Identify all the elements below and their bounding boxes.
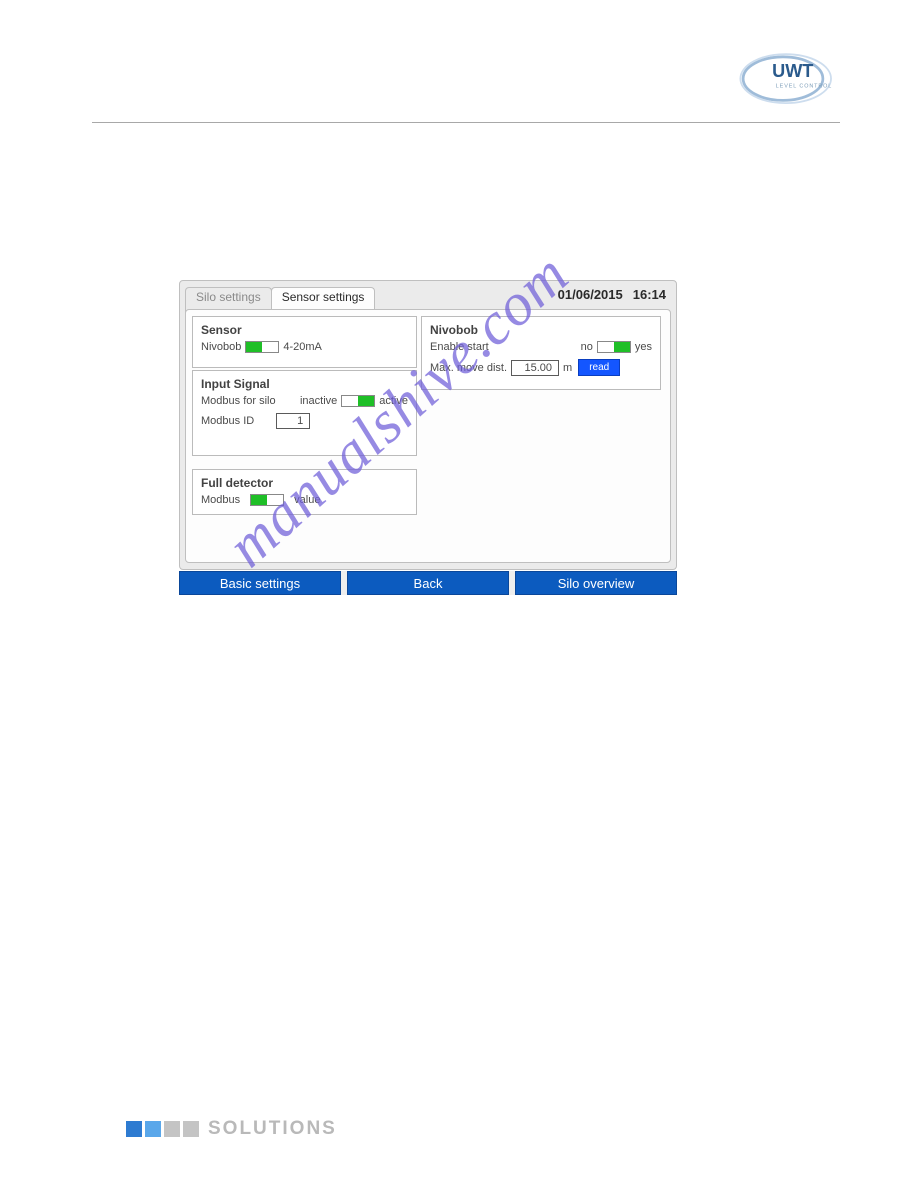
back-button[interactable]: Back <box>347 571 509 595</box>
yes-label: yes <box>635 341 652 353</box>
read-button[interactable]: read <box>578 359 620 376</box>
active-label: active <box>379 395 408 407</box>
modbus-for-silo-label: Modbus for silo <box>201 395 276 407</box>
silo-overview-button[interactable]: Silo overview <box>515 571 677 595</box>
sensor-title: Sensor <box>201 323 408 337</box>
modbus-id-label: Modbus ID <box>201 415 254 427</box>
tab-pane: Sensor Nivobob 4-20mA Input Signal Modbu… <box>185 309 671 563</box>
inactive-label: inactive <box>300 395 337 407</box>
max-move-unit: m <box>563 362 572 374</box>
enable-start-label: Enable start <box>430 341 489 353</box>
full-detector-toggle[interactable] <box>250 494 284 506</box>
full-detector-modbus-label: Modbus <box>201 494 240 506</box>
brand-logo: UWT LEVEL CONTROL <box>728 46 838 104</box>
max-move-input[interactable]: 15.00 <box>511 360 559 376</box>
footer-sq-1 <box>126 1121 142 1137</box>
nivobob-box: Nivobob Enable start no yes Max. move di… <box>421 316 661 390</box>
bottom-button-bar: Basic settings Back Silo overview <box>179 571 677 595</box>
input-signal-box: Input Signal Modbus for silo inactive ac… <box>192 370 417 456</box>
header-rule <box>92 122 840 123</box>
nivobob-title: Nivobob <box>430 323 652 337</box>
max-move-label: Max. move dist. <box>430 362 507 374</box>
logo-subtitle: LEVEL CONTROL <box>776 84 832 90</box>
modbus-silo-toggle[interactable] <box>341 395 375 407</box>
time-text: 16:14 <box>633 287 666 302</box>
settings-panel: Silo settings Sensor settings 01/06/2015… <box>179 280 677 570</box>
modbus-id-input[interactable]: 1 <box>276 413 310 429</box>
full-detector-title: Full detector <box>201 476 408 490</box>
sensor-type-toggle[interactable] <box>245 341 279 353</box>
enable-start-toggle[interactable] <box>597 341 631 353</box>
footer-sq-2 <box>145 1121 161 1137</box>
no-label: no <box>581 341 593 353</box>
footer-text: SOLUTIONS <box>208 1118 337 1140</box>
logo-brand-text: UWT <box>772 61 813 81</box>
sensor-box: Sensor Nivobob 4-20mA <box>192 316 417 368</box>
sensor-type-label: Nivobob <box>201 341 241 353</box>
full-detector-box: Full detector Modbus value <box>192 469 417 515</box>
footer-sq-3 <box>164 1121 180 1137</box>
full-detector-value-label: value <box>294 494 320 506</box>
input-signal-title: Input Signal <box>201 377 408 391</box>
basic-settings-button[interactable]: Basic settings <box>179 571 341 595</box>
sensor-toggle-right-label: 4-20mA <box>283 341 322 353</box>
date-text: 01/06/2015 <box>558 287 623 302</box>
datetime-display: 01/06/2015 16:14 <box>558 287 666 302</box>
footer-sq-4 <box>183 1121 199 1137</box>
footer-logo: SOLUTIONS <box>126 1118 337 1140</box>
